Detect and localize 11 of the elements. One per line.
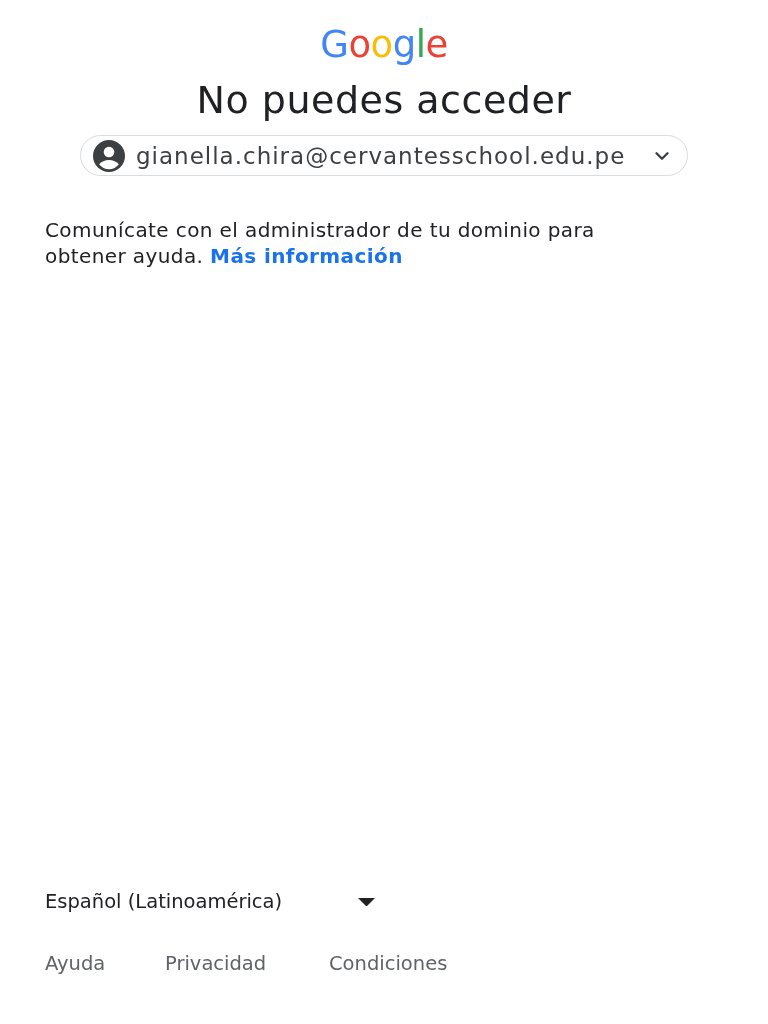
account-chip[interactable]: gianella.chira@cervantesschool.edu.pe [80, 135, 688, 176]
more-info-link[interactable]: Más información [210, 244, 403, 268]
help-message: Comunícate con el administrador de tu dominio para obtener ayuda. Más información [45, 217, 596, 269]
page-title: No puedes acceder [196, 78, 572, 122]
account-circle-icon [93, 139, 125, 172]
footer-link[interactable]: Ayuda [45, 952, 165, 976]
footer-link[interactable]: Privacidad [165, 952, 329, 976]
footer-link[interactable]: Condiciones [329, 952, 448, 976]
google-logo: Google [320, 24, 448, 66]
language-select[interactable]: Español (Latinoamérica) [45, 886, 375, 918]
dropdown-triangle-icon [358, 897, 375, 907]
